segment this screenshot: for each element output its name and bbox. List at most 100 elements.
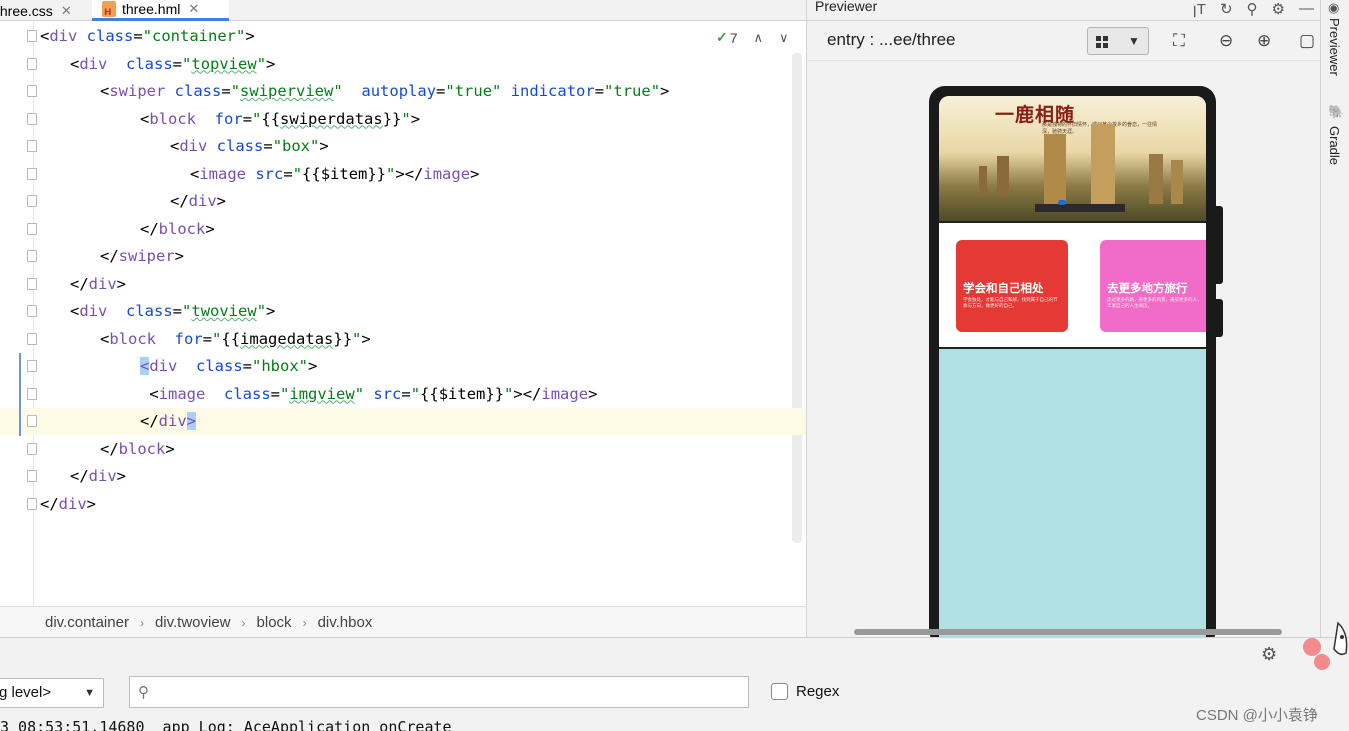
refresh-icon[interactable]: ↻ <box>1220 0 1233 18</box>
pin-icon[interactable]: ⚲ <box>1247 0 1258 18</box>
code-line[interactable]: <div class="hbox"> <box>0 353 806 380</box>
code-token: {{ <box>261 109 281 128</box>
log-search-input[interactable]: ⚲ <box>129 676 749 708</box>
breadcrumb-item[interactable]: div.container <box>45 614 129 631</box>
code-token: swiper <box>109 82 166 100</box>
code-line[interactable]: <div class="box"> <box>0 133 806 160</box>
fold-marker-icon[interactable] <box>27 30 37 42</box>
code-token: " <box>280 384 290 403</box>
code-token: div <box>79 302 108 320</box>
fold-marker-icon[interactable] <box>27 85 37 97</box>
fold-marker-icon[interactable] <box>27 140 37 152</box>
code-line[interactable]: <div class="container"> <box>0 23 806 50</box>
code-line[interactable]: </block> <box>0 216 806 243</box>
code-line[interactable]: </div> <box>0 491 806 518</box>
tab-three-css[interactable]: three.css ✕ <box>0 0 84 21</box>
code-line[interactable]: </div> <box>0 463 806 490</box>
code-line[interactable]: <image src="{{$item}}"></image> <box>0 161 806 188</box>
code-text: <block for="{{imagedatas}}"> <box>100 326 371 353</box>
code-token: </ <box>100 439 119 458</box>
fold-marker-icon[interactable] <box>27 415 37 427</box>
code-editor[interactable]: ✓ 7 ∧ ∨ <div class="container"> <div clas… <box>0 21 806 606</box>
ide-window: three.css ✕ three.hml ✕ ✓ 7 ∧ ∨ <div cla… <box>0 0 1349 731</box>
fold-marker-icon[interactable] <box>27 57 37 70</box>
deer-figure <box>997 156 1009 196</box>
gear-icon[interactable]: ⚙ <box>1261 644 1277 665</box>
code-line[interactable]: <image class="imgview" src="{{$item}}"><… <box>0 381 806 408</box>
preview-scrollbar[interactable] <box>854 629 1282 635</box>
image-card[interactable]: 去更多地方旅行 走过更多的路，看更多的风景，遇见更多的人，丰富自己的人生阅历。 <box>1100 240 1206 332</box>
fold-marker-icon[interactable] <box>27 222 37 235</box>
code-token: > <box>319 137 329 155</box>
gradle-side-tab[interactable]: Gradle <box>1327 126 1342 165</box>
fullscreen-icon[interactable]: ▢ <box>1299 31 1315 51</box>
fold-marker-icon[interactable] <box>27 360 37 372</box>
swiper-indicator[interactable] <box>1058 200 1066 205</box>
side-button <box>1216 299 1223 337</box>
code-line[interactable]: </div> <box>0 271 806 298</box>
fold-marker-icon[interactable] <box>27 470 37 482</box>
side-button <box>1216 206 1223 284</box>
fold-marker-icon[interactable] <box>27 332 37 345</box>
code-token: swiper <box>118 247 175 265</box>
log-level-select[interactable]: g level> ▼ <box>0 678 104 708</box>
fold-marker-icon[interactable] <box>27 442 37 455</box>
gear-icon[interactable]: ⚙ <box>1272 0 1285 18</box>
code-line[interactable]: </block> <box>0 436 806 463</box>
code-token: > <box>165 439 175 458</box>
code-token: swiperview <box>240 82 334 100</box>
code-line[interactable]: </swiper> <box>0 243 806 270</box>
code-text: <div class="twoview"> <box>70 298 275 325</box>
code-token: < <box>140 109 150 128</box>
code-text: </div> <box>170 188 226 215</box>
code-token: block <box>158 219 206 238</box>
fold-marker-icon[interactable] <box>27 167 37 180</box>
code-token: > <box>266 54 276 73</box>
regex-checkbox[interactable] <box>771 683 788 700</box>
fold-marker-icon[interactable] <box>27 277 37 290</box>
fold-marker-icon[interactable] <box>27 305 37 317</box>
chevron-right-icon: › <box>241 615 246 630</box>
zoom-out-icon[interactable]: ⊖ <box>1219 31 1233 51</box>
code-line[interactable]: <block for="{{imagedatas}}"> <box>0 326 806 353</box>
fold-marker-icon[interactable] <box>27 112 37 125</box>
code-token: > <box>266 302 276 320</box>
log-panel: ⚙ g level> ▼ ⚲ Regex 3 08:53:51.14680 ap… <box>0 637 1349 731</box>
code-line[interactable]: </div> <box>0 408 806 435</box>
image-card[interactable]: 学会和自己相处 学会独处，才能与自己和解，找到属于自己的节奏与方向，做更好的自己… <box>956 240 1068 332</box>
code-text: <image class="imgview" src="{{$item}}"><… <box>140 381 597 408</box>
code-token: > <box>205 219 215 238</box>
breadcrumb-item[interactable]: block <box>257 614 292 631</box>
fold-marker-icon[interactable] <box>27 387 37 400</box>
code-token: = <box>594 82 605 100</box>
fold-marker-icon[interactable] <box>27 497 37 510</box>
device-selector[interactable]: ▼ <box>1087 27 1149 55</box>
code-token: "box" <box>272 137 320 155</box>
close-icon[interactable]: ✕ <box>61 3 72 19</box>
breadcrumb-item[interactable]: div.hbox <box>318 614 373 631</box>
code-line[interactable]: <block for="{{swiperdatas}}"> <box>0 106 806 133</box>
code-token: </ <box>100 247 119 265</box>
fold-marker-icon[interactable] <box>27 195 37 207</box>
breadcrumb-item[interactable]: div.twoview <box>155 614 231 631</box>
deer-figure <box>979 166 987 196</box>
code-line[interactable]: <swiper class="swiperview" autoplay="tru… <box>0 78 806 105</box>
code-token: = <box>172 54 183 73</box>
swiper-banner[interactable]: 一鹿相随 那是独特的怀旧情怀，或对某个故乡的眷恋，一往情深，驰骋天涯。 <box>939 96 1206 221</box>
close-icon[interactable]: ✕ <box>188 1 199 17</box>
fit-screen-icon[interactable]: ⛶ <box>1173 31 1185 51</box>
code-line[interactable]: <div class="topview"> <box>0 51 806 78</box>
code-line[interactable]: <div class="twoview"> <box>0 298 806 325</box>
previewer-side-tab[interactable]: Previewer <box>1327 18 1342 76</box>
text-size-icon[interactable]: ꞁT <box>1193 0 1206 18</box>
minimize-icon[interactable]: — <box>1299 0 1314 18</box>
code-token: div <box>88 274 117 293</box>
code-token: class <box>177 357 243 375</box>
code-line[interactable]: </div> <box>0 188 806 215</box>
tab-three-hml[interactable]: three.hml ✕ <box>92 0 229 21</box>
fold-marker-icon[interactable] <box>27 250 37 262</box>
code-token: > <box>245 27 255 45</box>
zoom-in-icon[interactable]: ⊕ <box>1257 31 1271 51</box>
code-token: < <box>140 357 150 375</box>
code-token: > <box>660 82 670 100</box>
